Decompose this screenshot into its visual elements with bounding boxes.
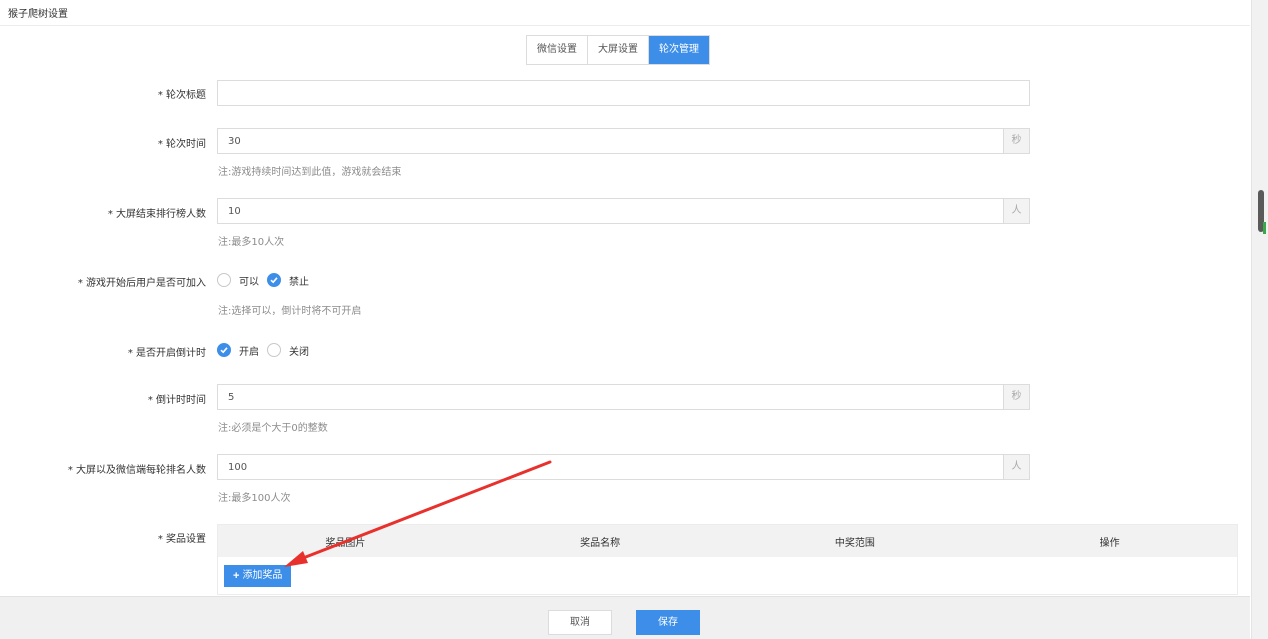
tab-wechat-settings[interactable]: 微信设置 (527, 36, 588, 64)
radio-allow[interactable] (217, 273, 231, 287)
radio-forbid-label[interactable]: 禁止 (289, 273, 309, 288)
round-title-input[interactable] (217, 80, 1030, 106)
countdown-time-hint: 注:必须是个大于0的整数 (218, 423, 328, 434)
radio-countdown-off[interactable] (267, 343, 281, 357)
plus-icon: + (233, 570, 240, 582)
radio-countdown-on-label[interactable]: 开启 (239, 343, 259, 358)
add-prize-label: 添加奖品 (242, 570, 283, 581)
countdown-enabled-label: * 是否开启倒计时 (127, 348, 206, 359)
per-round-rank-label: * 大屏以及微信端每轮排名人数 (67, 465, 206, 476)
save-button[interactable]: 保存 (636, 610, 700, 635)
radio-forbid[interactable] (267, 273, 281, 287)
prize-table-header: 奖品图片 奖品名称 中奖范围 操作 (218, 525, 1237, 557)
col-prize-name: 奖品名称 (580, 537, 621, 549)
countdown-time-input[interactable] (217, 384, 1004, 410)
round-time-unit: 秒 (1003, 128, 1030, 154)
tab-screen-settings[interactable]: 大屏设置 (588, 36, 649, 64)
tab-bar: 微信设置 大屏设置 轮次管理 (526, 35, 710, 65)
prizes-label: * 奖品设置 (157, 534, 206, 545)
join-after-start-radio-group: 可以 禁止 (217, 272, 317, 288)
vertical-scrollbar[interactable] (1251, 0, 1268, 639)
prize-table: 奖品图片 奖品名称 中奖范围 操作 + 添加奖品 (217, 524, 1238, 595)
radio-countdown-on[interactable] (217, 343, 231, 357)
per-round-rank-input[interactable] (217, 454, 1004, 480)
countdown-time-label: * 倒计时时间 (147, 395, 206, 406)
per-round-rank-unit: 人 (1003, 454, 1030, 480)
round-title-label: * 轮次标题 (157, 90, 206, 101)
rank-count-unit: 人 (1003, 198, 1030, 224)
round-time-label: * 轮次时间 (157, 139, 206, 150)
tab-round-management[interactable]: 轮次管理 (649, 36, 709, 64)
rank-count-label: * 大屏结束排行榜人数 (107, 209, 206, 220)
title-divider (0, 25, 1250, 26)
join-after-start-hint: 注:选择可以，倒计时将不可开启 (218, 306, 362, 317)
check-icon (220, 347, 228, 354)
col-prize-image: 奖品图片 (325, 537, 366, 549)
radio-countdown-off-label[interactable]: 关闭 (289, 343, 309, 358)
radio-allow-label[interactable]: 可以 (239, 273, 259, 288)
countdown-time-unit: 秒 (1003, 384, 1030, 410)
rank-count-input[interactable] (217, 198, 1004, 224)
cancel-button[interactable]: 取消 (548, 610, 612, 635)
col-actions: 操作 (1099, 537, 1120, 549)
join-after-start-label: * 游戏开始后用户是否可加入 (77, 278, 206, 289)
col-win-range: 中奖范围 (834, 537, 875, 549)
add-prize-button[interactable]: + 添加奖品 (224, 565, 292, 587)
check-icon (270, 277, 278, 284)
rank-count-hint: 注:最多10人次 (218, 237, 285, 248)
per-round-rank-hint: 注:最多100人次 (218, 493, 291, 504)
scrollbar-accent (1263, 222, 1266, 234)
countdown-enabled-radio-group: 开启 关闭 (217, 342, 317, 358)
footer-bar: 取消 保存 (0, 596, 1250, 639)
page-title: 猴子爬树设置 (8, 9, 68, 20)
round-time-input[interactable] (217, 128, 1004, 154)
round-time-hint: 注:游戏持续时间达到此值，游戏就会结束 (218, 167, 402, 178)
